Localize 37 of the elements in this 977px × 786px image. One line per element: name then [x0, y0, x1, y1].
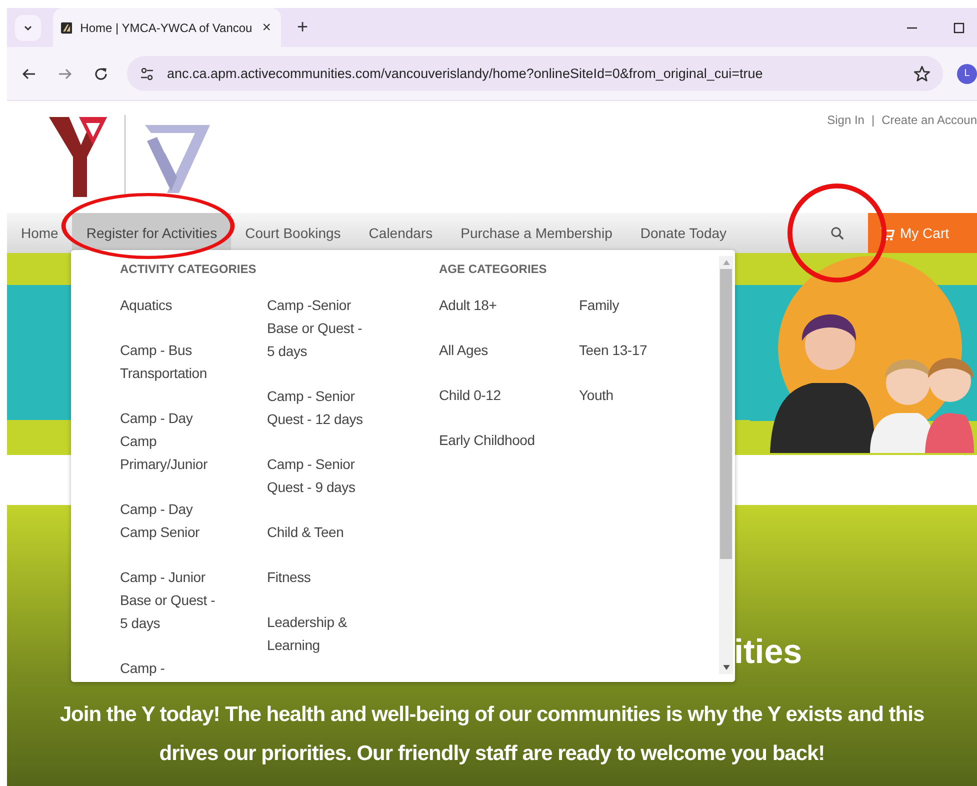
- category-link[interactable]: Camp - Senior Quest - 12 days: [267, 385, 373, 431]
- account-link[interactable]: Sign In: [827, 113, 864, 129]
- banner-heading: ities: [734, 633, 804, 673]
- category-link[interactable]: Adult 18+: [439, 294, 579, 317]
- category-link[interactable]: Leadership & Learning: [267, 611, 373, 657]
- banner-text: Join the Y today! The health and well-being of our communities is why the Y exists and this drives our priorities. Our friendly staff are ready to welcome you back!: [58, 702, 926, 767]
- profile-avatar[interactable]: L: [957, 64, 977, 84]
- browser-tab[interactable]: Home | YMCA-YWCA of Vancou ×: [53, 8, 281, 47]
- category-link[interactable]: All Ages: [439, 339, 579, 362]
- category-link[interactable]: Aquatics: [120, 294, 226, 317]
- category-link[interactable]: Camp - Day Camp Primary/Junior: [120, 407, 226, 476]
- category-heading: ACTIVITY CATEGORIES: [120, 262, 258, 278]
- new-tab-button[interactable]: +: [293, 16, 312, 38]
- category-link[interactable]: Camp - Junior Base or Quest - 5 days: [120, 566, 226, 635]
- category-link[interactable]: Child 0-12: [439, 384, 579, 407]
- category-link[interactable]: Youth: [579, 384, 719, 407]
- nav-link[interactable]: Donate Today: [626, 213, 741, 253]
- account-link[interactable]: Create an Accoun: [882, 113, 977, 129]
- category-link[interactable]: Teen 13-17: [579, 339, 719, 362]
- category-link[interactable]: Family: [579, 294, 719, 317]
- url-text: anc.ca.apm.activecommunities.com/vancouverislandy/home?onlineSiteId=0&from_original_cui=true: [167, 66, 763, 81]
- category-link[interactable]: Camp - Bus Transportation: [120, 339, 226, 385]
- category-link[interactable]: Camp -: [120, 657, 226, 680]
- separator-text: |: [871, 113, 875, 129]
- category-heading: AGE CATEGORIES: [439, 262, 548, 278]
- category-link[interactable]: Early Childhood: [439, 429, 579, 452]
- category-link[interactable]: Camp - Day Camp Senior: [120, 498, 226, 544]
- address-bar[interactable]: anc.ca.apm.activecommunities.com/vancouverislandy/home?onlineSiteId=0&from_original_cui=true: [127, 56, 943, 91]
- nav-link[interactable]: Purchase a Membership: [446, 213, 626, 253]
- nav-link[interactable]: Calendars: [354, 213, 447, 253]
- nav-link[interactable]: Home: [7, 213, 72, 253]
- category-link[interactable]: Fitness: [267, 566, 373, 589]
- category-link[interactable]: Camp - Senior Quest - 9 days: [267, 453, 373, 499]
- tab-title: Home | YMCA-YWCA of Vancou: [80, 20, 252, 34]
- category-link[interactable]: Child & Teen: [267, 521, 373, 544]
- close-tab-button[interactable]: ×: [260, 19, 273, 36]
- category-link[interactable]: Camp -Senior Base or Quest - 5 days: [267, 294, 373, 363]
